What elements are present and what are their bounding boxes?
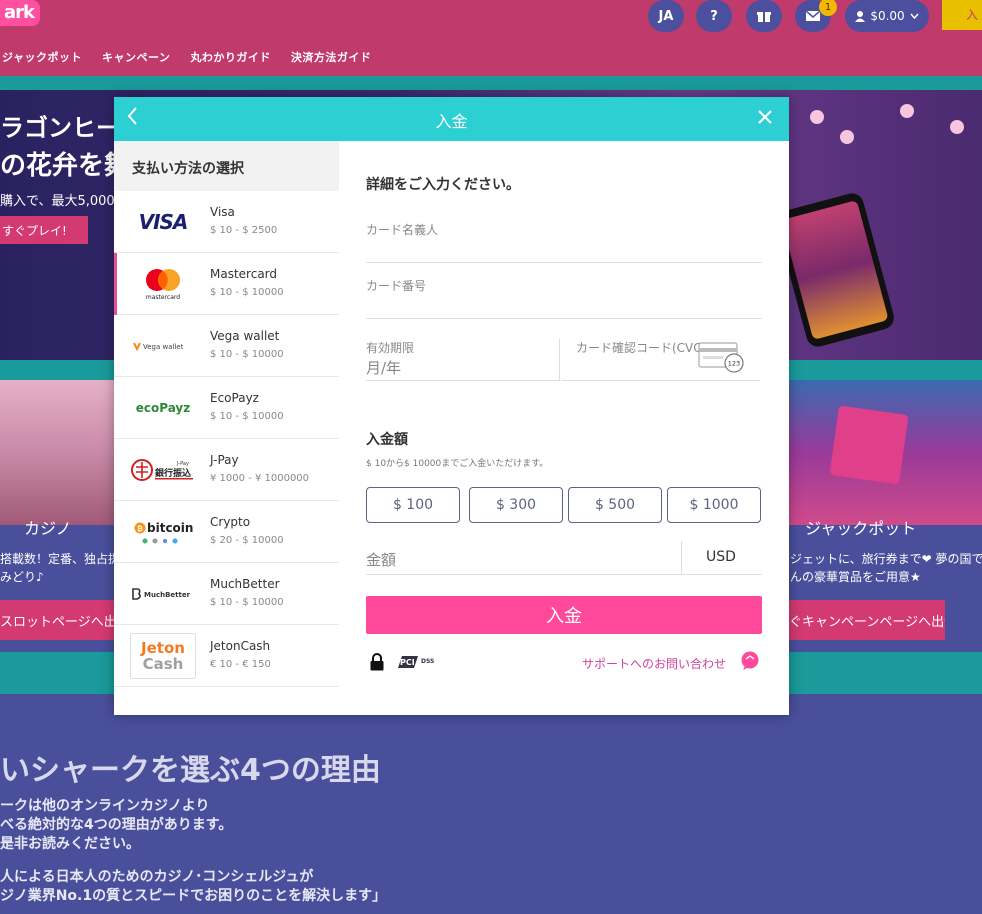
svg-text:DSS: DSS — [421, 658, 434, 665]
nav-campaign[interactable]: キャンペーン — [102, 49, 170, 65]
preset-500-button[interactable]: $ 500 — [568, 487, 662, 523]
cardholder-field[interactable]: カード名義人 — [366, 221, 762, 263]
mail-count-badge: 1 — [819, 0, 837, 16]
amount-heading: 入金額 — [366, 432, 408, 448]
gift-icon[interactable] — [746, 0, 782, 32]
svg-text:mastercard: mastercard — [146, 294, 180, 301]
muchbetter-logo: MuchBetter — [130, 572, 196, 616]
svg-text:Vega wallet: Vega wallet — [143, 343, 184, 351]
vega-wallet-logo: Vega wallet — [130, 324, 196, 368]
svg-text:PCI: PCI — [400, 658, 415, 667]
method-visa[interactable]: VISA Visa $ 10 - $ 2500 — [114, 191, 339, 253]
casino-card-image[interactable] — [0, 380, 115, 525]
close-icon[interactable] — [757, 106, 775, 130]
chevron-down-icon — [910, 13, 919, 19]
jackpot-label: ジャックポット — [805, 519, 917, 538]
bitcoin-logo: ₿ bitcoin — [130, 510, 196, 554]
main-nav: ジャックポット キャンペーン 丸わかりガイド 決済方法ガイド — [2, 49, 371, 65]
deposit-modal: 入金 支払い方法の選択 VISA Visa $ 10 - $ 2500 mast… — [114, 97, 789, 715]
nav-jackpot[interactable]: ジャックポット — [2, 49, 82, 65]
jackpot-card-image[interactable] — [789, 380, 982, 525]
svg-text:MuchBetter: MuchBetter — [144, 591, 191, 599]
cvc-card-icon: 123 — [698, 342, 744, 373]
divider-strip — [0, 76, 982, 90]
method-vega-wallet[interactable]: Vega wallet Vega wallet $ 10 - $ 10000 — [114, 315, 339, 377]
payment-methods-list: 支払い方法の選択 VISA Visa $ 10 - $ 2500 masterc… — [114, 141, 339, 715]
site-header: ark JA ? 1 $0.00 入 ジャックポット キャンペーン 丸わかりガイ… — [0, 0, 982, 76]
svg-text:₿: ₿ — [137, 525, 143, 533]
card-number-field[interactable]: カード番号 — [366, 277, 762, 319]
amount-range-note: $ 10から$ 10000までご入金いただけます。 — [366, 459, 549, 469]
reasons-title: いシャークを選ぶ4つの理由 — [0, 753, 381, 788]
jetoncash-logo: Jeton Cash — [130, 633, 196, 679]
method-ecopayz[interactable]: ecoPayz EcoPayz $ 10 - $ 10000 — [114, 377, 339, 439]
form-heading: 詳細をご入力ください。 — [366, 177, 520, 193]
modal-header: 入金 — [114, 97, 789, 141]
jackpot-cta-button[interactable]: ぐキャンペーンページへ出発! — [789, 600, 945, 640]
reasons-paragraph: ークは他のオンラインカジノより べる絶対的な4つの理由があります。 是非お読みく… — [0, 798, 233, 852]
method-jetoncash[interactable]: Jeton Cash JetonCash € 10 - € 150 — [114, 625, 339, 687]
nav-guide[interactable]: 丸わかりガイド — [190, 49, 271, 65]
mastercard-logo: mastercard — [130, 262, 196, 306]
jpay-logo: J-Pay 銀行振込 — [130, 448, 196, 492]
method-mastercard[interactable]: mastercard Mastercard $ 10 - $ 10000 — [114, 253, 339, 315]
chat-support-icon[interactable] — [740, 651, 760, 671]
pci-dss-icon: PCI DSS — [398, 656, 434, 668]
svg-text:銀行振込: 銀行振込 — [155, 467, 191, 479]
preset-300-button[interactable]: $ 300 — [469, 487, 563, 523]
methods-header: 支払い方法の選択 — [114, 141, 339, 191]
support-link[interactable]: サポートへのお問い合わせ — [582, 655, 726, 672]
svg-text:J-Pay: J-Pay — [176, 461, 189, 467]
hero-play-button[interactable]: すぐプレイ! — [0, 216, 88, 244]
currency-label: USD — [706, 549, 736, 565]
ecopayz-logo: ecoPayz — [135, 401, 191, 415]
preset-100-button[interactable]: $ 100 — [366, 487, 460, 523]
svg-text:123: 123 — [728, 360, 740, 368]
method-jpay[interactable]: J-Pay 銀行振込 J-Pay ¥ 1000 - ¥ 1000000 — [114, 439, 339, 501]
site-logo[interactable]: ark — [0, 0, 40, 26]
language-button[interactable]: JA — [648, 0, 684, 32]
nav-payment-guide[interactable]: 決済方法ガイド — [291, 49, 372, 65]
cvc-field[interactable]: カード確認コード(CVC) 123 — [562, 339, 760, 381]
method-crypto[interactable]: ₿ bitcoin Crypto $ 20 - $ 10000 — [114, 501, 339, 563]
reasons-paragraph-2: 人による日本人のためのカジノ･コンシェルジュが ジノ業界No.1の質とスピードで… — [0, 869, 387, 904]
modal-title: 入金 — [435, 112, 468, 131]
user-icon — [855, 10, 866, 22]
phone-image — [773, 190, 897, 350]
lock-icon — [370, 653, 384, 671]
method-muchbetter[interactable]: MuchBetter MuchBetter $ 10 - $ 10000 — [114, 563, 339, 625]
visa-logo: VISA — [138, 210, 189, 234]
header-deposit-button[interactable]: 入 — [942, 0, 982, 30]
casino-label: カジノ — [24, 519, 72, 538]
svg-text:bitcoin: bitcoin — [147, 521, 193, 535]
preset-1000-button[interactable]: $ 1000 — [667, 487, 761, 523]
casino-cta-button[interactable]: スロットページへ出発 — [0, 600, 115, 640]
amount-field[interactable]: 金額 USD — [366, 541, 762, 575]
mail-icon[interactable]: 1 — [795, 0, 837, 32]
expiry-field[interactable]: 有効期限 月/年 — [366, 339, 560, 381]
balance-dropdown[interactable]: $0.00 — [845, 0, 929, 32]
deposit-submit-button[interactable]: 入金 — [366, 596, 762, 634]
help-icon[interactable]: ? — [696, 0, 732, 32]
